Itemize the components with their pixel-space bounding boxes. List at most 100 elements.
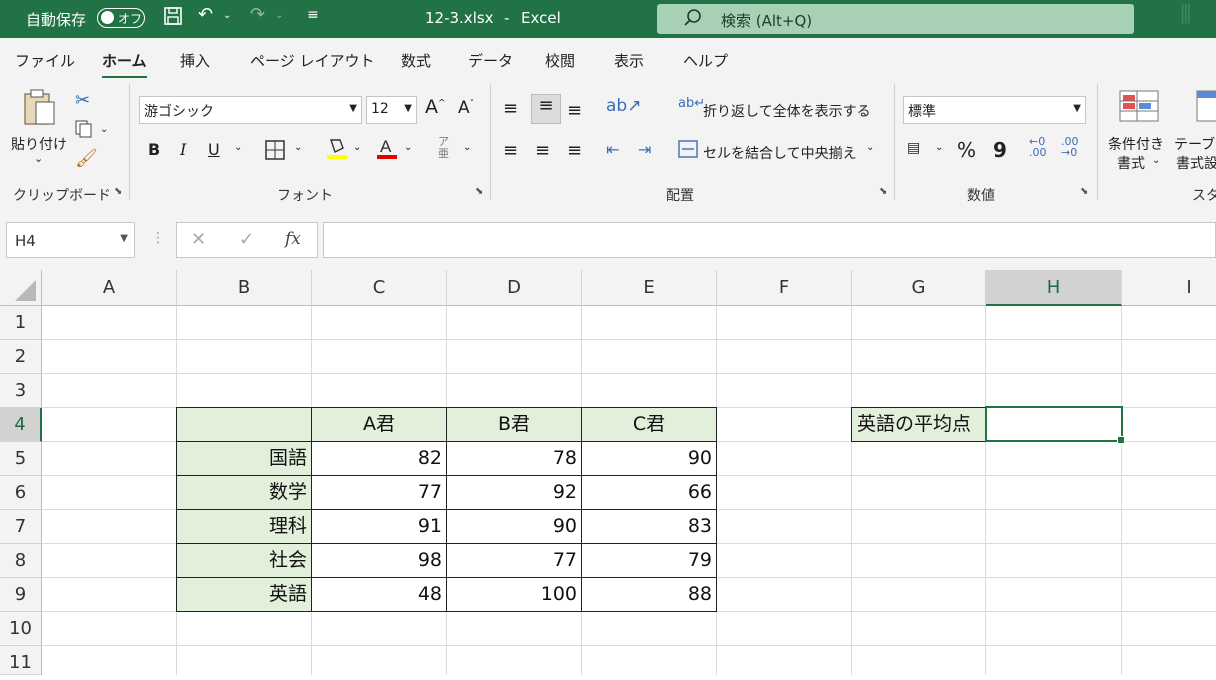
tab-page-layout[interactable]: ページ レイアウト [250, 50, 374, 71]
column-header-i[interactable]: I [1122, 270, 1216, 306]
format-painter-icon[interactable]: 🖌 [75, 148, 98, 169]
merge-center-label[interactable]: セルを結合して中央揃え [703, 143, 857, 163]
bold-button[interactable]: B [148, 140, 160, 159]
cell-d8[interactable]: 77 [446, 543, 582, 578]
row-header-7[interactable]: 7 [0, 510, 42, 544]
row-header-9[interactable]: 9 [0, 578, 42, 612]
tab-insert[interactable]: 挿入 [180, 50, 210, 71]
percent-button[interactable]: % [957, 138, 976, 162]
number-launcher-icon[interactable]: ⬊ [1080, 186, 1088, 197]
underline-button[interactable]: U [208, 140, 220, 159]
conditional-formatting-icon[interactable] [1119, 90, 1159, 122]
undo-icon[interactable]: ↶ [198, 4, 213, 25]
cell-e4[interactable]: C君 [581, 407, 717, 442]
font-size-combo[interactable]: 12 ▼ [366, 96, 417, 124]
row-header-3[interactable]: 3 [0, 374, 42, 408]
align-middle-icon[interactable]: ≡ [531, 94, 561, 124]
column-header-b[interactable]: B [177, 270, 312, 306]
cell-e6[interactable]: 66 [581, 475, 717, 510]
copy-icon[interactable] [75, 120, 93, 138]
increase-decimal-icon[interactable]: ←0.00 [1029, 136, 1047, 158]
cell-c8[interactable]: 98 [311, 543, 447, 578]
redo-icon[interactable]: ↷ [250, 4, 265, 25]
cell-e9[interactable]: 88 [581, 577, 717, 612]
underline-dropdown-icon[interactable]: ⌄ [234, 142, 242, 153]
select-all-button[interactable] [0, 270, 42, 306]
alignment-launcher-icon[interactable]: ⬊ [879, 186, 887, 197]
align-left-icon[interactable]: ≡ [503, 140, 518, 161]
cell-c6[interactable]: 77 [311, 475, 447, 510]
conditional-formatting-label-2[interactable]: 書式 [1117, 153, 1145, 173]
tab-formulas[interactable]: 数式 [401, 50, 431, 71]
wrap-text-label[interactable]: 折り返して全体を表示する [703, 101, 871, 121]
row-header-1[interactable]: 1 [0, 306, 42, 340]
row-header-2[interactable]: 2 [0, 340, 42, 374]
align-bottom-icon[interactable]: ≡ [567, 100, 582, 121]
enter-icon[interactable]: ✓ [239, 229, 254, 250]
accounting-dropdown-icon[interactable]: ⌄ [935, 142, 943, 153]
phonetic-dropdown-icon[interactable]: ⌄ [463, 142, 471, 153]
decrease-font-icon[interactable]: Aˇ [458, 98, 474, 118]
cell-c9[interactable]: 48 [311, 577, 447, 612]
clipboard-launcher-icon[interactable]: ⬊ [114, 186, 122, 197]
increase-font-icon[interactable]: A^ [425, 96, 446, 118]
tab-data[interactable]: データ [468, 50, 513, 71]
tab-help[interactable]: ヘルプ [683, 50, 728, 71]
row-header-4[interactable]: 4 [0, 408, 42, 442]
font-color-icon[interactable]: A [376, 136, 398, 160]
cell-c4[interactable]: A君 [311, 407, 447, 442]
cell-d7[interactable]: 90 [446, 509, 582, 544]
search-box[interactable]: 検索 (Alt+Q) [657, 4, 1134, 34]
copy-dropdown-icon[interactable]: ⌄ [100, 124, 108, 135]
conditional-dropdown-icon[interactable]: ⌄ [1152, 155, 1160, 166]
cell-e5[interactable]: 90 [581, 441, 717, 476]
redo-dropdown-icon[interactable]: ⌄ [275, 10, 283, 21]
name-box[interactable]: H4 ▼ [6, 222, 135, 258]
merge-dropdown-icon[interactable]: ⌄ [866, 142, 874, 153]
autosave-toggle[interactable]: オフ [97, 8, 145, 28]
cell-g4[interactable]: 英語の平均点 [851, 407, 986, 442]
tab-file[interactable]: ファイル [15, 50, 75, 71]
cell-b8[interactable]: 社会 [176, 543, 312, 578]
phonetic-icon[interactable]: ア亜 [438, 136, 449, 160]
decrease-decimal-icon[interactable]: .00 →0 [1061, 136, 1079, 158]
cut-icon[interactable]: ✂ [75, 90, 90, 111]
column-header-e[interactable]: E [582, 270, 717, 306]
row-header-8[interactable]: 8 [0, 544, 42, 578]
merge-center-icon[interactable] [678, 140, 698, 158]
fill-color-dropdown-icon[interactable]: ⌄ [353, 142, 361, 153]
increase-indent-icon[interactable]: ⇥ [638, 140, 651, 159]
borders-dropdown-icon[interactable]: ⌄ [294, 142, 302, 153]
formula-input[interactable] [323, 222, 1216, 258]
comma-style-button[interactable]: 9 [993, 138, 1007, 162]
tab-review[interactable]: 校閲 [545, 50, 575, 71]
format-as-table-label-1[interactable]: テーブル [1174, 134, 1216, 154]
format-as-table-icon[interactable] [1196, 90, 1216, 122]
column-header-a[interactable]: A [42, 270, 177, 306]
cell-b9[interactable]: 英語 [176, 577, 312, 612]
row-header-10[interactable]: 10 [0, 612, 42, 646]
paste-label[interactable]: 貼り付け [11, 134, 67, 154]
italic-button[interactable]: I [180, 140, 186, 159]
active-cell-selection[interactable] [985, 406, 1125, 444]
cell-d4[interactable]: B君 [446, 407, 582, 442]
customize-qat-icon[interactable]: ≡ [307, 7, 319, 23]
borders-icon[interactable] [265, 140, 285, 160]
fill-color-icon[interactable] [326, 136, 348, 160]
row-header-5[interactable]: 5 [0, 442, 42, 476]
spreadsheet-grid[interactable]: A B C D E F G H I 1 2 3 4 5 6 7 8 9 10 1… [0, 270, 1216, 675]
font-color-dropdown-icon[interactable]: ⌄ [404, 142, 412, 153]
conditional-formatting-label-1[interactable]: 条件付き [1108, 134, 1164, 154]
cell-b6[interactable]: 数学 [176, 475, 312, 510]
row-header-6[interactable]: 6 [0, 476, 42, 510]
cancel-icon[interactable]: ✕ [191, 229, 206, 250]
cell-e7[interactable]: 83 [581, 509, 717, 544]
save-icon[interactable] [163, 6, 183, 26]
cell-d9[interactable]: 100 [446, 577, 582, 612]
tab-home[interactable]: ホーム [102, 50, 147, 79]
decrease-indent-icon[interactable]: ⇤ [606, 140, 619, 159]
align-center-icon[interactable]: ≡ [535, 140, 550, 161]
accounting-format-icon[interactable]: ▤ [907, 140, 920, 156]
cell-b7[interactable]: 理科 [176, 509, 312, 544]
paste-dropdown-icon[interactable]: ⌄ [34, 152, 43, 165]
